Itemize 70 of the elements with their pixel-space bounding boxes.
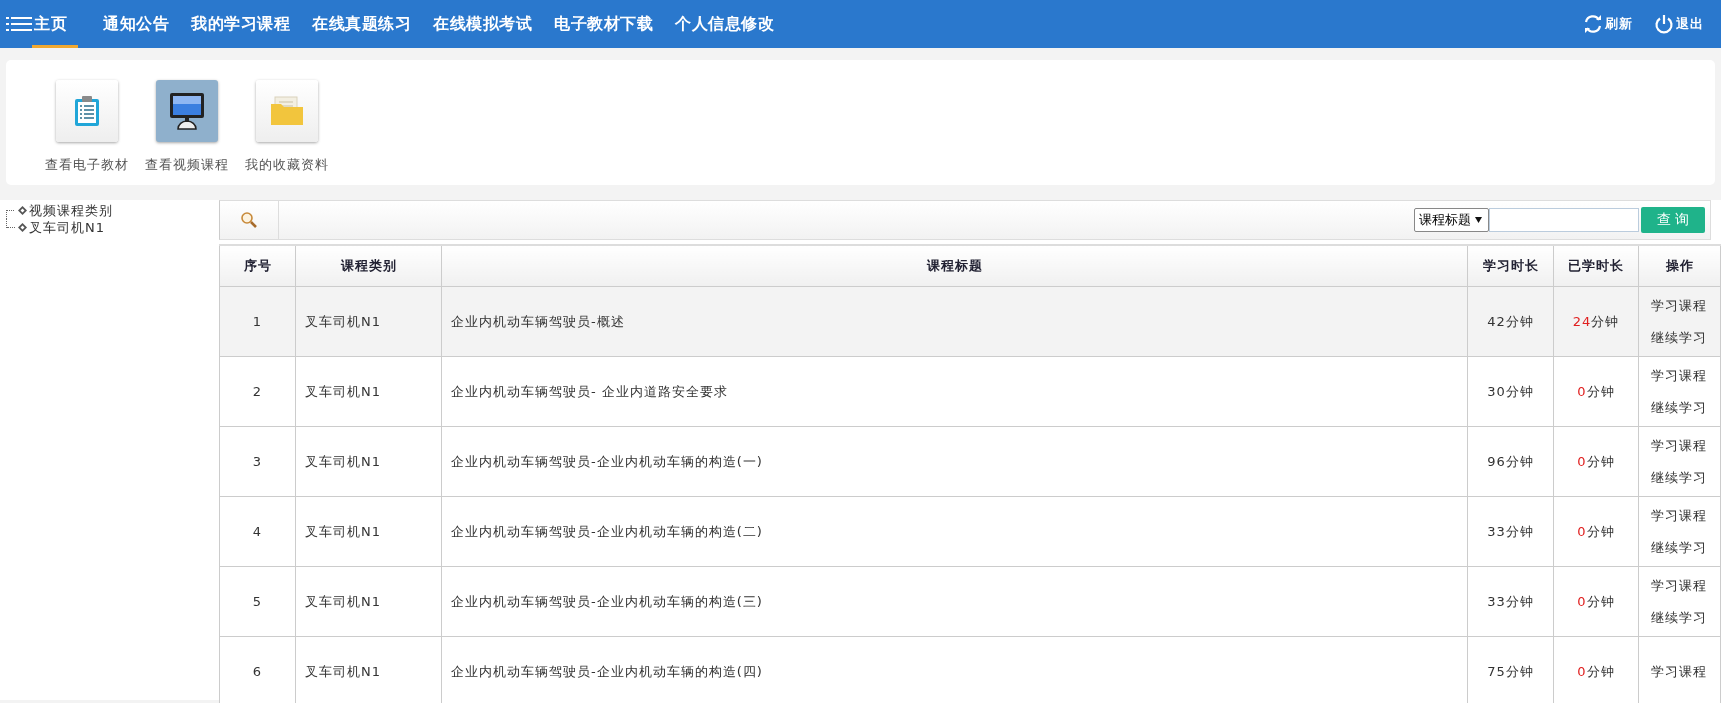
search-field-dropdown[interactable]: 课程标题 [1414,208,1489,232]
tool-label[interactable]: 我的收藏资料 [245,156,329,174]
refresh-icon [1583,14,1603,34]
action-link[interactable]: 学习课程 [1651,662,1707,681]
tree-node-icon [18,223,27,232]
column-header: 课程类别 [295,245,442,287]
column-header: 学习时长 [1467,245,1554,287]
nav-tab[interactable]: 在线真题练习 [301,0,422,48]
duration-cell: 33分钟 [1467,496,1554,567]
tree-node-icon [18,206,27,215]
column-header: 已学时长 [1553,245,1639,287]
search-input[interactable] [1489,208,1639,232]
menu-icon[interactable] [6,16,32,32]
duration-cell: 42分钟 [1467,286,1554,357]
row-number-cell: 4 [219,496,296,567]
action-link[interactable]: 继续学习 [1651,398,1707,417]
nav-tab[interactable]: 主页 [32,0,78,48]
category-cell: 叉车司机N1 [295,496,442,567]
column-header: 操作 [1638,245,1721,287]
action-link[interactable]: 学习课程 [1651,576,1707,595]
title-cell: 企业内机动车辆驾驶员- 企业内道路安全要求 [441,356,1468,427]
action-link[interactable]: 学习课程 [1651,366,1707,385]
category-cell: 叉车司机N1 [295,286,442,357]
action-link[interactable]: 继续学习 [1651,328,1707,347]
nav-tab[interactable]: 在线模拟考试 [422,0,543,48]
learned-time-cell: 0分钟 [1553,356,1639,427]
action-link[interactable]: 继续学习 [1651,608,1707,627]
monitor-icon [169,92,205,130]
duration-cell: 33分钟 [1467,566,1554,637]
duration-cell: 96分钟 [1467,426,1554,497]
tree-item[interactable]: 视频课程类别 [29,201,113,220]
action-link[interactable]: 继续学习 [1651,538,1707,557]
action-link[interactable]: 学习课程 [1651,506,1707,525]
duration-cell: 30分钟 [1467,356,1554,427]
learned-time-cell: 0分钟 [1553,496,1639,567]
refresh-link[interactable]: 刷新 [1583,14,1632,34]
nav-tab[interactable]: 电子教材下载 [543,0,664,48]
column-header: 序号 [219,245,296,287]
action-link[interactable]: 学习课程 [1651,296,1707,315]
action-link[interactable]: 学习课程 [1651,436,1707,455]
category-cell: 叉车司机N1 [295,356,442,427]
row-number-cell: 6 [219,636,296,703]
tool-label[interactable]: 查看电子教材 [45,156,129,174]
title-cell: 企业内机动车辆驾驶员-概述 [441,286,1468,357]
title-cell: 企业内机动车辆驾驶员-企业内机动车辆的构造(三) [441,566,1468,637]
tree-item[interactable]: 叉车司机N1 [29,218,105,237]
learned-time-cell: 0分钟 [1553,566,1639,637]
learned-time-cell: 24分钟 [1553,286,1639,357]
action-link[interactable]: 继续学习 [1651,468,1707,487]
clipboard-icon [74,95,100,127]
power-icon [1654,14,1674,34]
title-cell: 企业内机动车辆驾驶员-企业内机动车辆的构造(一) [441,426,1468,497]
nav-tab[interactable]: 个人信息修改 [664,0,785,48]
category-cell: 叉车司机N1 [295,566,442,637]
column-header: 课程标题 [441,245,1468,287]
logout-link[interactable]: 退出 [1654,14,1703,34]
tool-label[interactable]: 查看视频课程 [145,156,229,174]
learned-time-cell: 0分钟 [1553,426,1639,497]
row-number-cell: 2 [219,356,296,427]
row-number-cell: 1 [219,286,296,357]
nav-tab[interactable]: 我的学习课程 [180,0,301,48]
row-number-cell: 3 [219,426,296,497]
row-number-cell: 5 [219,566,296,637]
folder-icon [270,96,304,126]
category-cell: 叉车司机N1 [295,426,442,497]
tool-button[interactable] [156,80,218,142]
nav-tab[interactable]: 通知公告 [92,0,180,48]
search-icon [240,211,258,229]
title-cell: 企业内机动车辆驾驶员-企业内机动车辆的构造(二) [441,496,1468,567]
dropdown-caret-icon [1475,217,1482,223]
